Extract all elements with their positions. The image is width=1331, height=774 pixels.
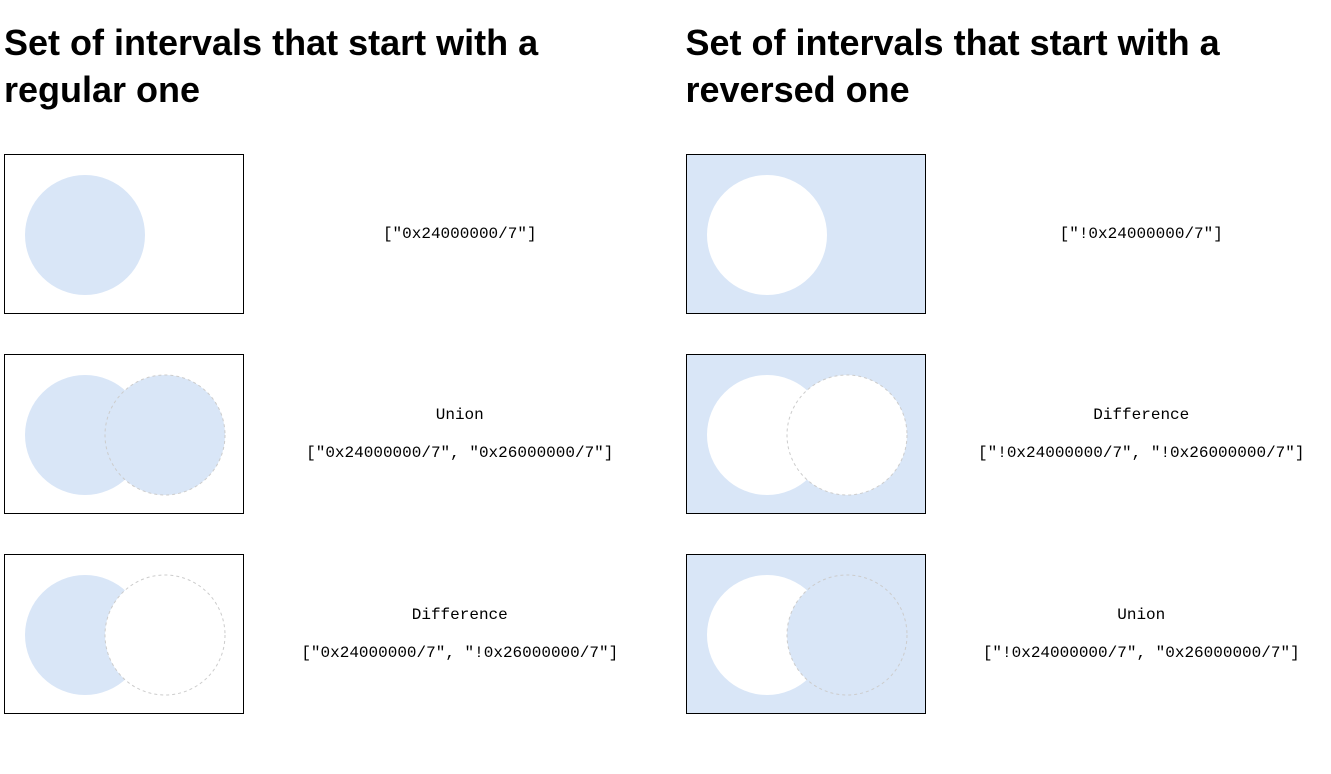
right-column: Set of intervals that start with a rever… xyxy=(686,20,1328,754)
left-column: Set of intervals that start with a regul… xyxy=(4,20,646,754)
venn-union-regular xyxy=(4,354,244,514)
label-area: Union ["!0x24000000/7", "0x26000000/7"] xyxy=(956,606,1328,662)
venn-difference-reversed xyxy=(686,354,926,514)
op-label: Union xyxy=(1117,606,1165,624)
diagram-container: Set of intervals that start with a regul… xyxy=(0,0,1331,774)
right-heading: Set of intervals that start with a rever… xyxy=(686,20,1328,114)
code-label: ["!0x24000000/7", "0x26000000/7"] xyxy=(983,644,1300,662)
op-label: Difference xyxy=(412,606,508,624)
venn-difference-regular xyxy=(4,554,244,714)
right-row-1: ["!0x24000000/7"] xyxy=(686,154,1328,314)
op-label: Union xyxy=(436,406,484,424)
left-row-2: Union ["0x24000000/7", "0x26000000/7"] xyxy=(4,354,646,514)
label-area: Union ["0x24000000/7", "0x26000000/7"] xyxy=(274,406,646,462)
venn-single-regular xyxy=(4,154,244,314)
code-label: ["!0x24000000/7"] xyxy=(1060,225,1223,243)
left-heading: Set of intervals that start with a regul… xyxy=(4,20,646,114)
label-area: Difference ["!0x24000000/7", "!0x2600000… xyxy=(956,406,1328,462)
venn-union-reversed xyxy=(686,554,926,714)
right-row-2: Difference ["!0x24000000/7", "!0x2600000… xyxy=(686,354,1328,514)
venn-single-reversed xyxy=(686,154,926,314)
code-label: ["0x24000000/7", "0x26000000/7"] xyxy=(306,444,613,462)
op-label: Difference xyxy=(1093,406,1189,424)
right-row-3: Union ["!0x24000000/7", "0x26000000/7"] xyxy=(686,554,1328,714)
left-row-1: ["0x24000000/7"] xyxy=(4,154,646,314)
left-row-3: Difference ["0x24000000/7", "!0x26000000… xyxy=(4,554,646,714)
code-label: ["!0x24000000/7", "!0x26000000/7"] xyxy=(978,444,1304,462)
label-area: Difference ["0x24000000/7", "!0x26000000… xyxy=(274,606,646,662)
code-label: ["0x24000000/7"] xyxy=(383,225,537,243)
code-label: ["0x24000000/7", "!0x26000000/7"] xyxy=(301,644,618,662)
label-area: ["0x24000000/7"] xyxy=(274,225,646,243)
label-area: ["!0x24000000/7"] xyxy=(956,225,1328,243)
